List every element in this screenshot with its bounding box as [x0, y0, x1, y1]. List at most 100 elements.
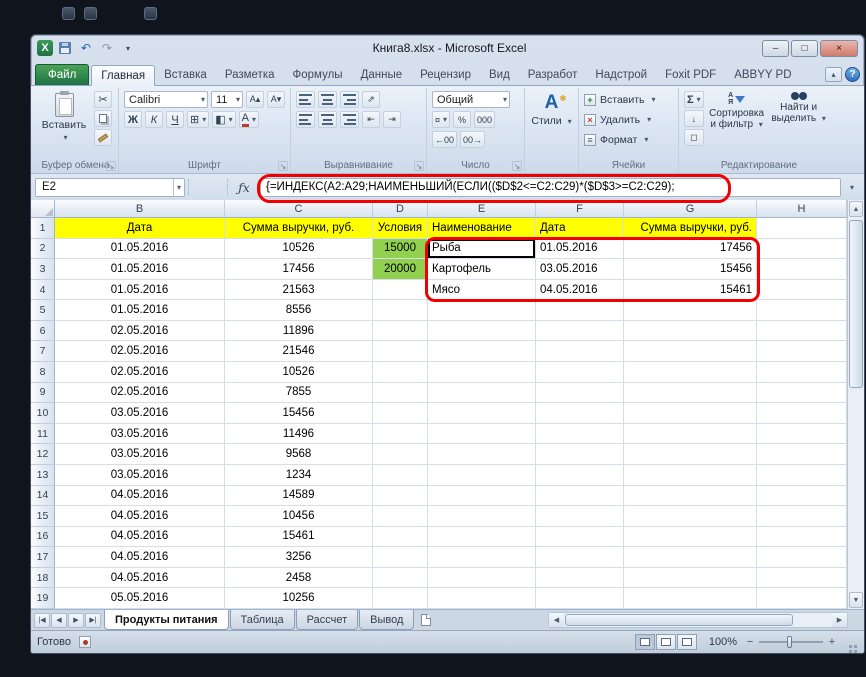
cell-F19[interactable] [536, 588, 624, 609]
row-header-9[interactable]: 9 [31, 383, 55, 404]
cell-D8[interactable] [373, 362, 428, 383]
borders-button[interactable]: ⊞▾ [187, 111, 209, 128]
cell-F8[interactable] [536, 362, 624, 383]
cell-B5[interactable]: 01.05.2016 [55, 300, 225, 321]
cell-E1[interactable]: Наименование [428, 218, 536, 239]
cell-E17[interactable] [428, 547, 536, 568]
sheet-tab-таблица[interactable]: Таблица [230, 610, 295, 630]
cell-B1[interactable]: Дата [55, 218, 225, 239]
cell-F7[interactable] [536, 341, 624, 362]
fill-button[interactable]: ↓ [684, 110, 704, 127]
ribbon-tab-вид[interactable]: Вид [480, 64, 519, 85]
column-header-G[interactable]: G [624, 200, 757, 218]
orientation-button[interactable]: ⇗ [362, 91, 380, 108]
align-top-button[interactable] [296, 91, 315, 108]
ribbon-tab-abbyy-pd[interactable]: ABBYY PD [725, 64, 800, 85]
cell-F9[interactable] [536, 383, 624, 404]
sheet-tab-продукты-питания[interactable]: Продукты питания [104, 610, 229, 630]
cell-F17[interactable] [536, 547, 624, 568]
shrink-font-button[interactable]: А▾ [267, 91, 285, 108]
cell-H19[interactable] [757, 588, 847, 609]
cell-E2[interactable]: Рыба [428, 239, 536, 260]
align-left-button[interactable] [296, 111, 315, 128]
insert-function-button[interactable]: ƒx [231, 180, 257, 195]
cell-D13[interactable] [373, 465, 428, 486]
cell-E10[interactable] [428, 403, 536, 424]
row-header-8[interactable]: 8 [31, 362, 55, 383]
help-button[interactable]: ? [845, 67, 860, 82]
cell-H3[interactable] [757, 259, 847, 280]
cell-H15[interactable] [757, 506, 847, 527]
row-header-16[interactable]: 16 [31, 527, 55, 548]
cell-F6[interactable] [536, 321, 624, 342]
cell-H5[interactable] [757, 300, 847, 321]
row-header-6[interactable]: 6 [31, 321, 55, 342]
cell-B8[interactable]: 02.05.2016 [55, 362, 225, 383]
cell-B11[interactable]: 03.05.2016 [55, 424, 225, 445]
cell-B12[interactable]: 03.05.2016 [55, 444, 225, 465]
cell-B4[interactable]: 01.05.2016 [55, 280, 225, 301]
cell-C12[interactable]: 9568 [225, 444, 373, 465]
align-center-button[interactable] [318, 111, 337, 128]
font-name-select[interactable]: Calibri▾ [124, 91, 208, 108]
resize-grip[interactable] [845, 636, 858, 649]
increase-indent-button[interactable]: ⇥ [383, 111, 401, 128]
cell-G14[interactable] [624, 486, 757, 507]
cell-E16[interactable] [428, 527, 536, 548]
scroll-left-button[interactable]: ◀ [549, 613, 564, 627]
cell-G15[interactable] [624, 506, 757, 527]
cell-H18[interactable] [757, 568, 847, 589]
cell-B10[interactable]: 03.05.2016 [55, 403, 225, 424]
undo-button[interactable]: ↶ [77, 40, 95, 57]
cell-E6[interactable] [428, 321, 536, 342]
cell-E5[interactable] [428, 300, 536, 321]
cell-F18[interactable] [536, 568, 624, 589]
cell-H12[interactable] [757, 444, 847, 465]
row-header-12[interactable]: 12 [31, 444, 55, 465]
cell-C2[interactable]: 10526 [225, 239, 373, 260]
row-header-7[interactable]: 7 [31, 341, 55, 362]
cell-D7[interactable] [373, 341, 428, 362]
cell-F2[interactable]: 01.05.2016 [536, 239, 624, 260]
cell-B2[interactable]: 01.05.2016 [55, 239, 225, 260]
cell-G19[interactable] [624, 588, 757, 609]
ribbon-tab-разметка[interactable]: Разметка [216, 64, 284, 85]
cell-C17[interactable]: 3256 [225, 547, 373, 568]
clipboard-dialog-launcher[interactable]: ↘ [106, 161, 116, 171]
clear-button[interactable]: ◻ [684, 129, 704, 146]
decrease-decimal-button[interactable]: 00→ [460, 131, 485, 148]
name-box[interactable]: E2 ▾ [35, 178, 185, 197]
ribbon-tab-формулы[interactable]: Формулы [284, 64, 352, 85]
cell-D18[interactable] [373, 568, 428, 589]
comma-style-button[interactable]: 000 [474, 111, 495, 128]
cells-insert-button[interactable]: +Вставить▾ [584, 91, 673, 108]
cell-G6[interactable] [624, 321, 757, 342]
cell-H13[interactable] [757, 465, 847, 486]
cell-E18[interactable] [428, 568, 536, 589]
excel-logo-icon[interactable]: X [37, 40, 53, 56]
format-painter-button[interactable] [94, 129, 112, 146]
cell-F10[interactable] [536, 403, 624, 424]
horizontal-scroll-thumb[interactable] [565, 614, 793, 626]
cell-G12[interactable] [624, 444, 757, 465]
ribbon-tab-главная[interactable]: Главная [91, 65, 155, 86]
underline-button[interactable]: Ч [166, 111, 184, 128]
cell-E3[interactable]: Картофель [428, 259, 536, 280]
row-header-13[interactable]: 13 [31, 465, 55, 486]
number-dialog-launcher[interactable]: ↘ [512, 161, 522, 171]
cell-F1[interactable]: Дата [536, 218, 624, 239]
column-header-B[interactable]: B [55, 200, 225, 218]
cell-H8[interactable] [757, 362, 847, 383]
zoom-in-button[interactable]: + [827, 636, 837, 648]
cell-F15[interactable] [536, 506, 624, 527]
cell-H14[interactable] [757, 486, 847, 507]
cell-B7[interactable]: 02.05.2016 [55, 341, 225, 362]
cell-D1[interactable]: Условия [373, 218, 428, 239]
cell-F12[interactable] [536, 444, 624, 465]
find-select-button[interactable]: Найти и выделить ▾ [770, 91, 828, 157]
cell-F16[interactable] [536, 527, 624, 548]
page-layout-view-button[interactable] [656, 634, 676, 650]
next-sheet-button[interactable]: ▶ [68, 613, 84, 628]
cell-D16[interactable] [373, 527, 428, 548]
cell-C14[interactable]: 14589 [225, 486, 373, 507]
